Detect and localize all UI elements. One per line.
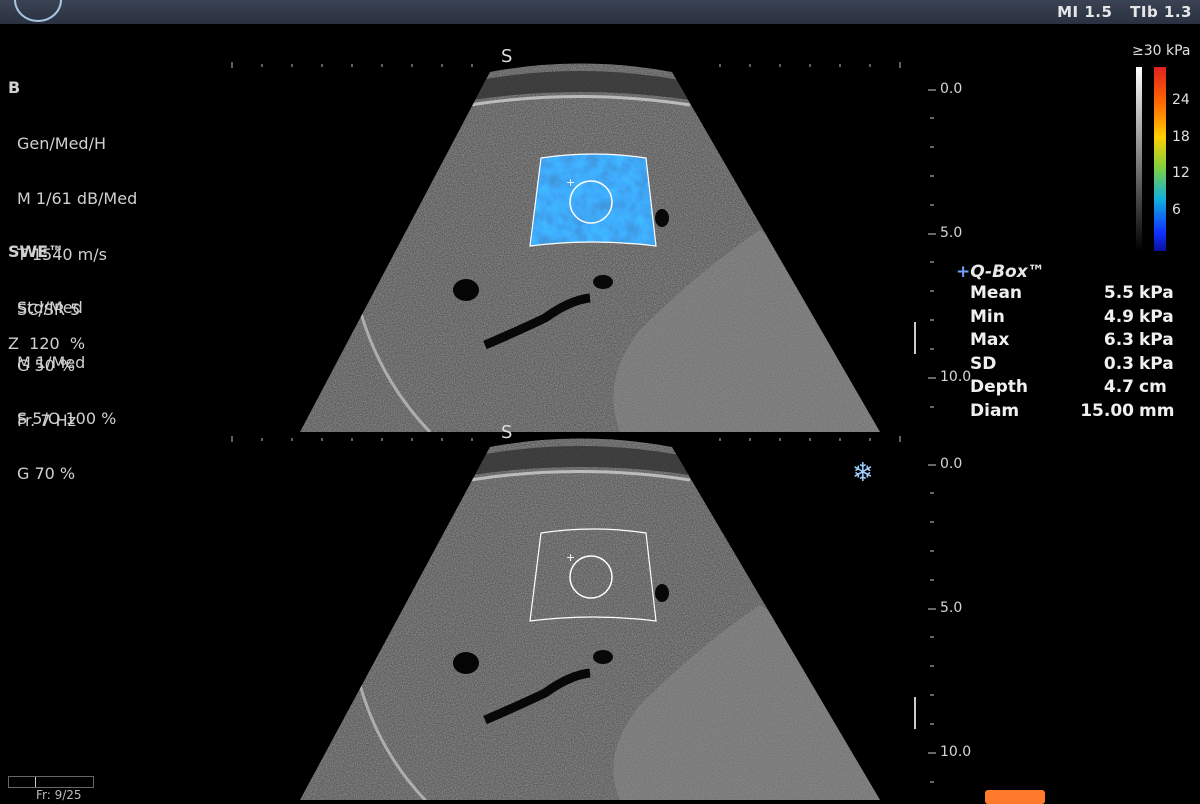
qbox-label: Max — [970, 330, 1010, 350]
grayscale-bar — [1136, 67, 1142, 251]
depth-scale-top — [914, 89, 936, 408]
qbox-label: Depth — [970, 377, 1029, 397]
qbox-unit: kPa — [1139, 353, 1174, 374]
qbox-unit: kPa — [1139, 330, 1174, 350]
colorbar-tick: 12 — [1172, 165, 1190, 181]
swe-image-panel: + S — [300, 46, 880, 432]
qbox-row-diam: Diam 15.00 mm — [956, 400, 1176, 424]
depth-label: 5.0 — [940, 600, 963, 616]
qbox-plus-icon: + — [956, 262, 971, 282]
probe-orientation-marker: S — [501, 46, 512, 67]
qbox-row-min: Min 4.9 kPa — [956, 306, 1176, 330]
cine-frame-slider[interactable] — [8, 776, 94, 788]
qbox-row-depth: Depth 4.7 cm — [956, 376, 1176, 400]
svg-text:+: + — [566, 176, 575, 189]
qbox-unit: kPa — [1139, 306, 1174, 327]
qbox-label: Diam — [970, 400, 1020, 421]
depth-scale-bottom — [914, 464, 936, 783]
colorbar-tick: 18 — [1172, 129, 1190, 145]
bmode-title: B — [8, 78, 21, 97]
qbox-unit: mm — [1139, 400, 1175, 421]
qbox-row-max: Max 6.3 kPa — [956, 329, 1176, 353]
swe-parameters: SWE™ Std/Med M 1/Med S 5/O 100 % G 70 % — [8, 206, 116, 502]
colorbar-max-label: ≥30 kPa — [1132, 43, 1191, 59]
swe-title: SWE™ — [8, 242, 65, 261]
swe-param-line: S 5/O 100 % — [17, 408, 117, 428]
swe-param-line: M 1/Med — [17, 353, 86, 372]
zoom-readout: Z 120 % — [8, 334, 86, 353]
qbox-row-sd: SD 0.3 kPa — [956, 353, 1176, 377]
swe-param-line: Std/Med — [17, 297, 83, 317]
qbox-value: 5.5 — [1103, 283, 1134, 303]
elasticity-color-bar — [1154, 67, 1166, 251]
snowflake-icon: ❄ — [852, 458, 874, 488]
qbox-label: SD — [970, 353, 997, 374]
qbox-title-text: Q-Box™ — [970, 262, 1045, 282]
qbox-value: 15.00 — [1080, 400, 1134, 421]
colorbar-tick: 6 — [1172, 202, 1181, 218]
qbox-results: +Q-Box™ Mean 5.5 kPa Min 4.9 kPa Max 6.3… — [956, 262, 1176, 423]
qbox-value: 0.3 — [1103, 353, 1134, 374]
orange-action-button[interactable] — [985, 790, 1045, 804]
qbox-unit: kPa — [1139, 283, 1174, 303]
qbox-row-mean: Mean 5.5 kPa — [956, 282, 1176, 306]
depth-label: 0.0 — [940, 456, 963, 472]
qbox-unit: cm — [1139, 377, 1167, 397]
colorbar-tick: 24 — [1172, 92, 1190, 108]
depth-label: 10.0 — [940, 744, 972, 760]
probe-orientation-marker-bottom: S — [501, 422, 512, 443]
depth-label: 5.0 — [940, 225, 963, 241]
svg-text:+: + — [566, 551, 575, 564]
qbox-label: Mean — [970, 283, 1023, 303]
qbox-label: Min — [970, 306, 1005, 327]
bmode-param-line: Gen/Med/H — [17, 133, 106, 153]
cine-slider-handle[interactable] — [35, 777, 36, 787]
elastography-roi: + — [529, 153, 657, 247]
qbox-value: 6.3 — [1103, 330, 1134, 350]
bmode-image-panel: + S — [300, 422, 880, 800]
swe-param-line: G 70 % — [17, 464, 76, 483]
elasticity-colorbar — [1136, 67, 1172, 251]
qbox-title: +Q-Box™ — [956, 262, 1176, 282]
qbox-value: 4.7 — [1103, 377, 1134, 397]
depth-label: 0.0 — [940, 81, 963, 97]
qbox-value: 4.9 — [1103, 306, 1134, 327]
